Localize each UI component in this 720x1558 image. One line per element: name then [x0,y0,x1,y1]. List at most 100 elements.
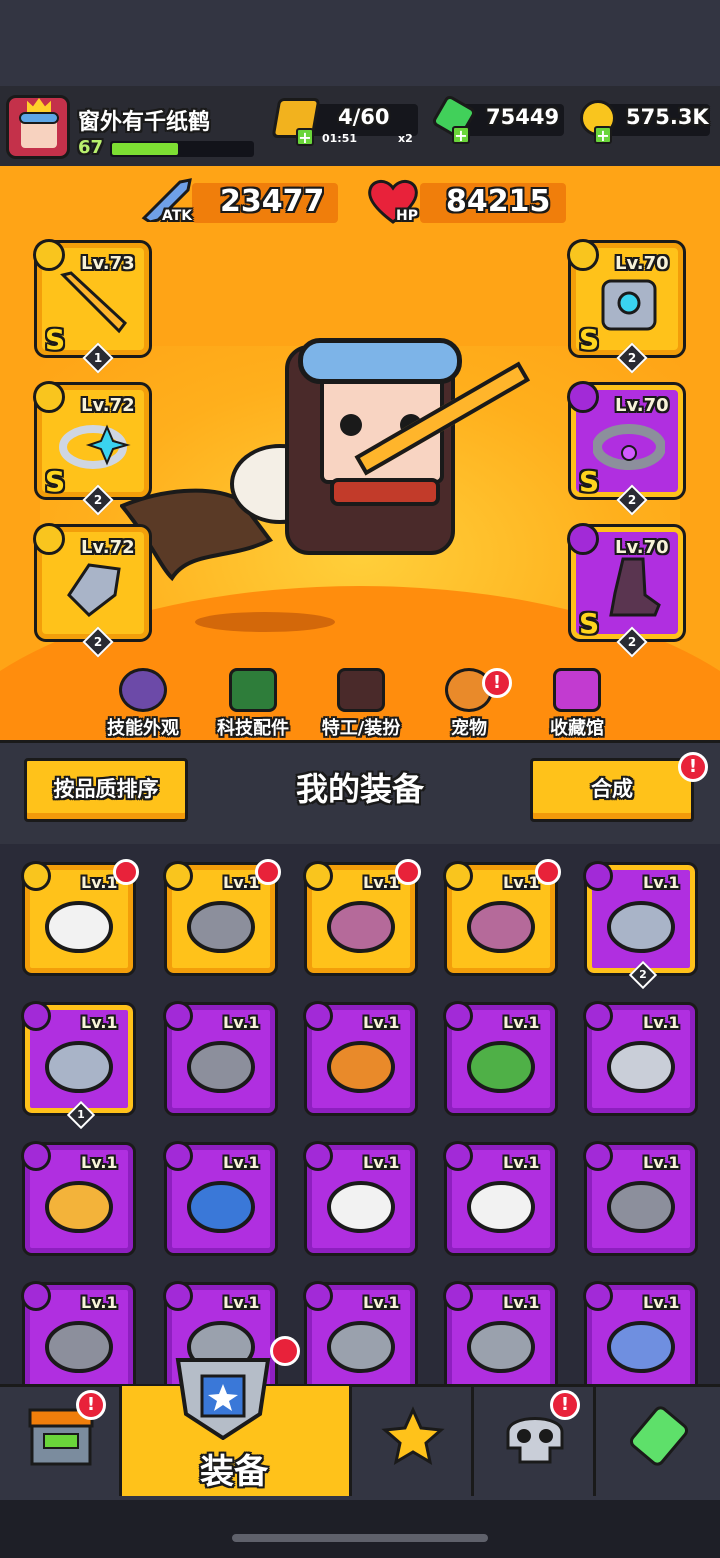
item-type-icon [163,861,193,891]
status-bar [0,0,720,86]
inventory-item[interactable]: Lv.1 1 [21,1001,136,1130]
inventory-item[interactable]: Lv.1 [443,1141,558,1256]
hero-scarf [330,478,440,506]
merge-button[interactable]: 合成 [530,758,694,822]
coins-plus-icon[interactable]: + [594,126,612,144]
slot-grade: S [579,465,600,498]
tech-part-icon [229,668,277,712]
inventory-item[interactable]: Lv.1 [21,1141,136,1256]
slot-grade: S [45,323,66,356]
player-avatar[interactable] [6,95,70,159]
item-level: Lv.1 [363,1153,400,1172]
item-type-icon [443,1001,473,1031]
inventory-item[interactable]: Lv.1 [163,1141,278,1256]
inventory-item[interactable]: Lv.1 [443,1281,558,1386]
equipment-icon [175,1358,271,1440]
torch-icon [327,1041,395,1093]
gauntlet-icon [67,563,121,617]
item-type-icon [303,861,333,891]
star-badge: 2 [628,960,658,990]
leaf-armor-icon [467,1041,535,1093]
shield-necklace-icon [187,1181,255,1233]
item-level: Lv.1 [81,1013,118,1032]
item-type-icon [163,1141,193,1171]
skill-skin-icon [119,668,167,712]
equipped-ring-slot[interactable]: Lv.72 S 2 [33,381,152,516]
item-type-icon [21,1141,51,1171]
inventory-item[interactable]: Lv.1 [303,1281,418,1386]
gem-belt-icon [327,1321,395,1373]
slot-grade: S [579,607,600,640]
item-type-icon [583,1281,613,1311]
armor-icon [601,279,657,331]
menu-label: 技能外观 [107,718,179,739]
energy-plus-icon[interactable]: + [296,128,314,146]
equipment-tab-label: 装备 [200,1452,268,1492]
inventory-item[interactable]: Lv.1 [583,1141,698,1256]
item-level: Lv.1 [363,873,400,892]
item-level: Lv.1 [223,873,260,892]
item-type-icon [303,1141,333,1171]
equipped-weapon-slot[interactable]: Lv.73 S 1 [33,239,152,374]
skull-belt-icon [327,1181,395,1233]
menu-skill-skin[interactable]: 技能外观 [88,668,198,739]
coins-value: 575.3K [626,105,709,129]
inventory-item[interactable]: Lv.1 [303,1141,418,1256]
equip-better-badge [395,859,421,885]
energy-timer: 01:51 [322,132,358,145]
menu-label: 宠物 [451,718,487,739]
inventory-item[interactable]: Lv.1 [21,859,139,976]
gems-value: 75449 [486,105,560,129]
equipped-boots-slot[interactable]: Lv.70 S 2 [567,523,686,658]
revolver-icon [187,1041,255,1093]
equipped-glove-slot[interactable]: Lv.72 2 [33,523,152,658]
home-indicator[interactable] [232,1534,488,1542]
sword-icon [60,271,128,334]
collection-icon [553,668,601,712]
item-level: Lv.1 [81,1293,118,1312]
weapon-type-icon [33,239,65,271]
level-progress-fill [112,143,178,155]
energy-multiplier: x2 [398,132,413,145]
menu-collection[interactable]: 收藏馆 [522,668,632,739]
inventory-item[interactable]: Lv.1 [443,859,561,976]
glove-type-icon [33,523,65,555]
gems-plus-icon[interactable]: + [452,126,470,144]
inventory-item[interactable]: Lv.1 [303,859,421,976]
skull-belt-icon [45,901,113,953]
gem-belt-icon [467,1321,535,1373]
inventory-item[interactable]: Lv.1 2 [583,861,698,990]
inventory-item[interactable]: Lv.1 [163,859,281,976]
inventory-item[interactable]: Lv.1 [583,1281,698,1386]
item-type-icon [21,1281,51,1311]
item-level: Lv.1 [503,1293,540,1312]
equipped-belt-slot[interactable]: Lv.70 S 2 [567,381,686,516]
hp-value: 84215 [446,184,551,219]
energy-value: 4/60 [338,105,390,129]
star-badge: 1 [66,1100,96,1130]
equip-better-badge [535,859,561,885]
evolve-tube-icon [629,1406,689,1466]
merge-alert-badge: ! [678,752,708,782]
item-level: Lv.1 [223,1153,260,1172]
hero-goggle [298,338,462,384]
equip-better-badge [113,859,139,885]
inventory-item[interactable]: Lv.1 [443,1001,558,1116]
item-type-icon [443,1281,473,1311]
inventory-item[interactable]: Lv.1 [583,1001,698,1116]
ring-icon [607,1041,675,1093]
inventory-item[interactable]: Lv.1 [163,1001,278,1116]
inventory-item[interactable]: Lv.1 [21,1281,136,1386]
menu-tech-part[interactable]: 科技配件 [198,668,308,739]
inventory-grid[interactable]: Lv.1 Lv.1 Lv.1 Lv.1 Lv.1 2 Lv.1 1 Lv.1 Lv.1 Lv.1 Lv… [0,844,720,1386]
inventory-item[interactable]: Lv.1 [303,1001,418,1116]
boots-icon [327,901,395,953]
item-type-icon [163,1281,193,1311]
belt-type-icon [567,381,599,413]
equipped-armor-slot[interactable]: Lv.70 S 2 [567,239,686,374]
item-level: Lv.1 [503,1013,540,1032]
hero-eye [340,414,362,436]
menu-agent[interactable]: 特工/装扮 [306,668,416,739]
talent-star-icon [381,1406,445,1466]
item-type-icon [583,1141,613,1171]
